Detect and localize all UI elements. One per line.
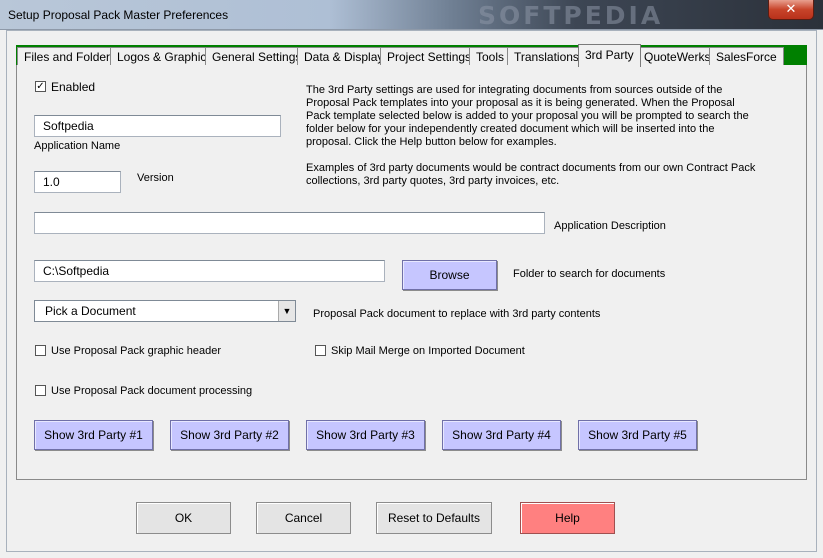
reset-to-defaults-button[interactable]: Reset to Defaults [376, 502, 492, 534]
browse-button-label: Browse [429, 268, 470, 282]
tab-quotewerks[interactable]: QuoteWerks [637, 47, 718, 66]
tab-tools[interactable]: Tools [469, 47, 512, 66]
show-3rd-party-5-button[interactable]: Show 3rd Party #5 [578, 420, 697, 450]
tab-label: Translations [514, 50, 579, 64]
tab-label: Logos & Graphics [117, 50, 213, 64]
title-bar: Setup Proposal Pack Master Preferences S… [0, 0, 823, 30]
version-value: 1.0 [43, 175, 60, 189]
tab-logos-graphics[interactable]: Logos & Graphics [110, 47, 220, 66]
tab-files-and-folders[interactable]: Files and Folders [17, 47, 124, 66]
tab-translations[interactable]: Translations [507, 47, 586, 66]
show-3rd-party-3-button[interactable]: Show 3rd Party #3 [306, 420, 425, 450]
watermark-text: SOFTPEDIA [478, 1, 664, 30]
close-icon: ✕ [785, 1, 797, 16]
tab-label: QuoteWerks [644, 50, 711, 64]
ok-button-label: OK [174, 511, 193, 525]
application-name-input[interactable]: Softpedia [34, 115, 281, 137]
enabled-checkbox[interactable]: ✓ [35, 81, 46, 92]
ok-button[interactable]: OK [136, 502, 231, 534]
version-input[interactable]: 1.0 [34, 171, 121, 193]
folder-path-input[interactable]: C:\Softpedia [34, 260, 385, 282]
tab-salesforce[interactable]: SalesForce [709, 47, 784, 66]
tab-general-settings[interactable]: General Settings [205, 47, 309, 66]
close-button[interactable]: ✕ [768, 0, 814, 20]
show-3rd-party-4-button[interactable]: Show 3rd Party #4 [442, 420, 561, 450]
application-description-input[interactable] [34, 212, 545, 234]
button-label: Show 3rd Party #3 [316, 428, 415, 442]
check-icon: ✓ [36, 81, 45, 92]
show-3rd-party-1-button[interactable]: Show 3rd Party #1 [34, 420, 153, 450]
browse-button[interactable]: Browse [402, 260, 497, 290]
folder-path-value: C:\Softpedia [43, 264, 110, 278]
info-paragraph-2: Examples of 3rd party documents would be… [306, 162, 756, 187]
tab-label: 3rd Party [585, 48, 634, 62]
button-label: Show 3rd Party #4 [452, 428, 551, 442]
window-title: Setup Proposal Pack Master Preferences [8, 8, 229, 22]
cancel-button-label: Cancel [284, 511, 323, 525]
dropdown-arrow-icon[interactable]: ▼ [278, 301, 295, 321]
button-label: Show 3rd Party #1 [44, 428, 143, 442]
skip-mail-merge-checkbox[interactable] [315, 345, 326, 356]
tab-3rd-party[interactable]: 3rd Party [578, 44, 641, 67]
show-3rd-party-2-button[interactable]: Show 3rd Party #2 [170, 420, 289, 450]
folder-label: Folder to search for documents [513, 268, 666, 280]
tab-project-settings[interactable]: Project Settings [380, 47, 479, 66]
help-button[interactable]: Help [520, 502, 615, 534]
tab-label: Files and Folders [24, 50, 117, 64]
document-select[interactable]: Pick a Document ▼ [34, 300, 296, 322]
tab-label: Project Settings [387, 50, 472, 64]
document-label: Proposal Pack document to replace with 3… [313, 308, 601, 320]
graphic-header-label: Use Proposal Pack graphic header [51, 345, 221, 357]
enabled-label: Enabled [51, 80, 96, 94]
document-select-value: Pick a Document [45, 304, 136, 318]
tab-label: General Settings [212, 50, 302, 64]
tab-label: SalesForce [716, 50, 777, 64]
application-name-label: Application Name [34, 140, 121, 152]
skip-mail-merge-label: Skip Mail Merge on Imported Document [331, 345, 525, 357]
doc-processing-label: Use Proposal Pack document processing [51, 385, 253, 397]
doc-processing-checkbox[interactable] [35, 385, 46, 396]
version-label: Version [137, 172, 174, 184]
help-button-label: Help [555, 511, 580, 525]
tab-data-display[interactable]: Data & Display [297, 47, 391, 66]
tab-label: Data & Display [304, 50, 384, 64]
tab-label: Tools [476, 50, 505, 64]
info-paragraph-1: The 3rd Party settings are used for inte… [306, 84, 749, 148]
application-name-value: Softpedia [43, 119, 94, 133]
reset-button-label: Reset to Defaults [387, 511, 481, 525]
button-label: Show 3rd Party #5 [588, 428, 687, 442]
cancel-button[interactable]: Cancel [256, 502, 351, 534]
button-label: Show 3rd Party #2 [180, 428, 279, 442]
application-description-label: Application Description [554, 220, 666, 232]
graphic-header-checkbox[interactable] [35, 345, 46, 356]
